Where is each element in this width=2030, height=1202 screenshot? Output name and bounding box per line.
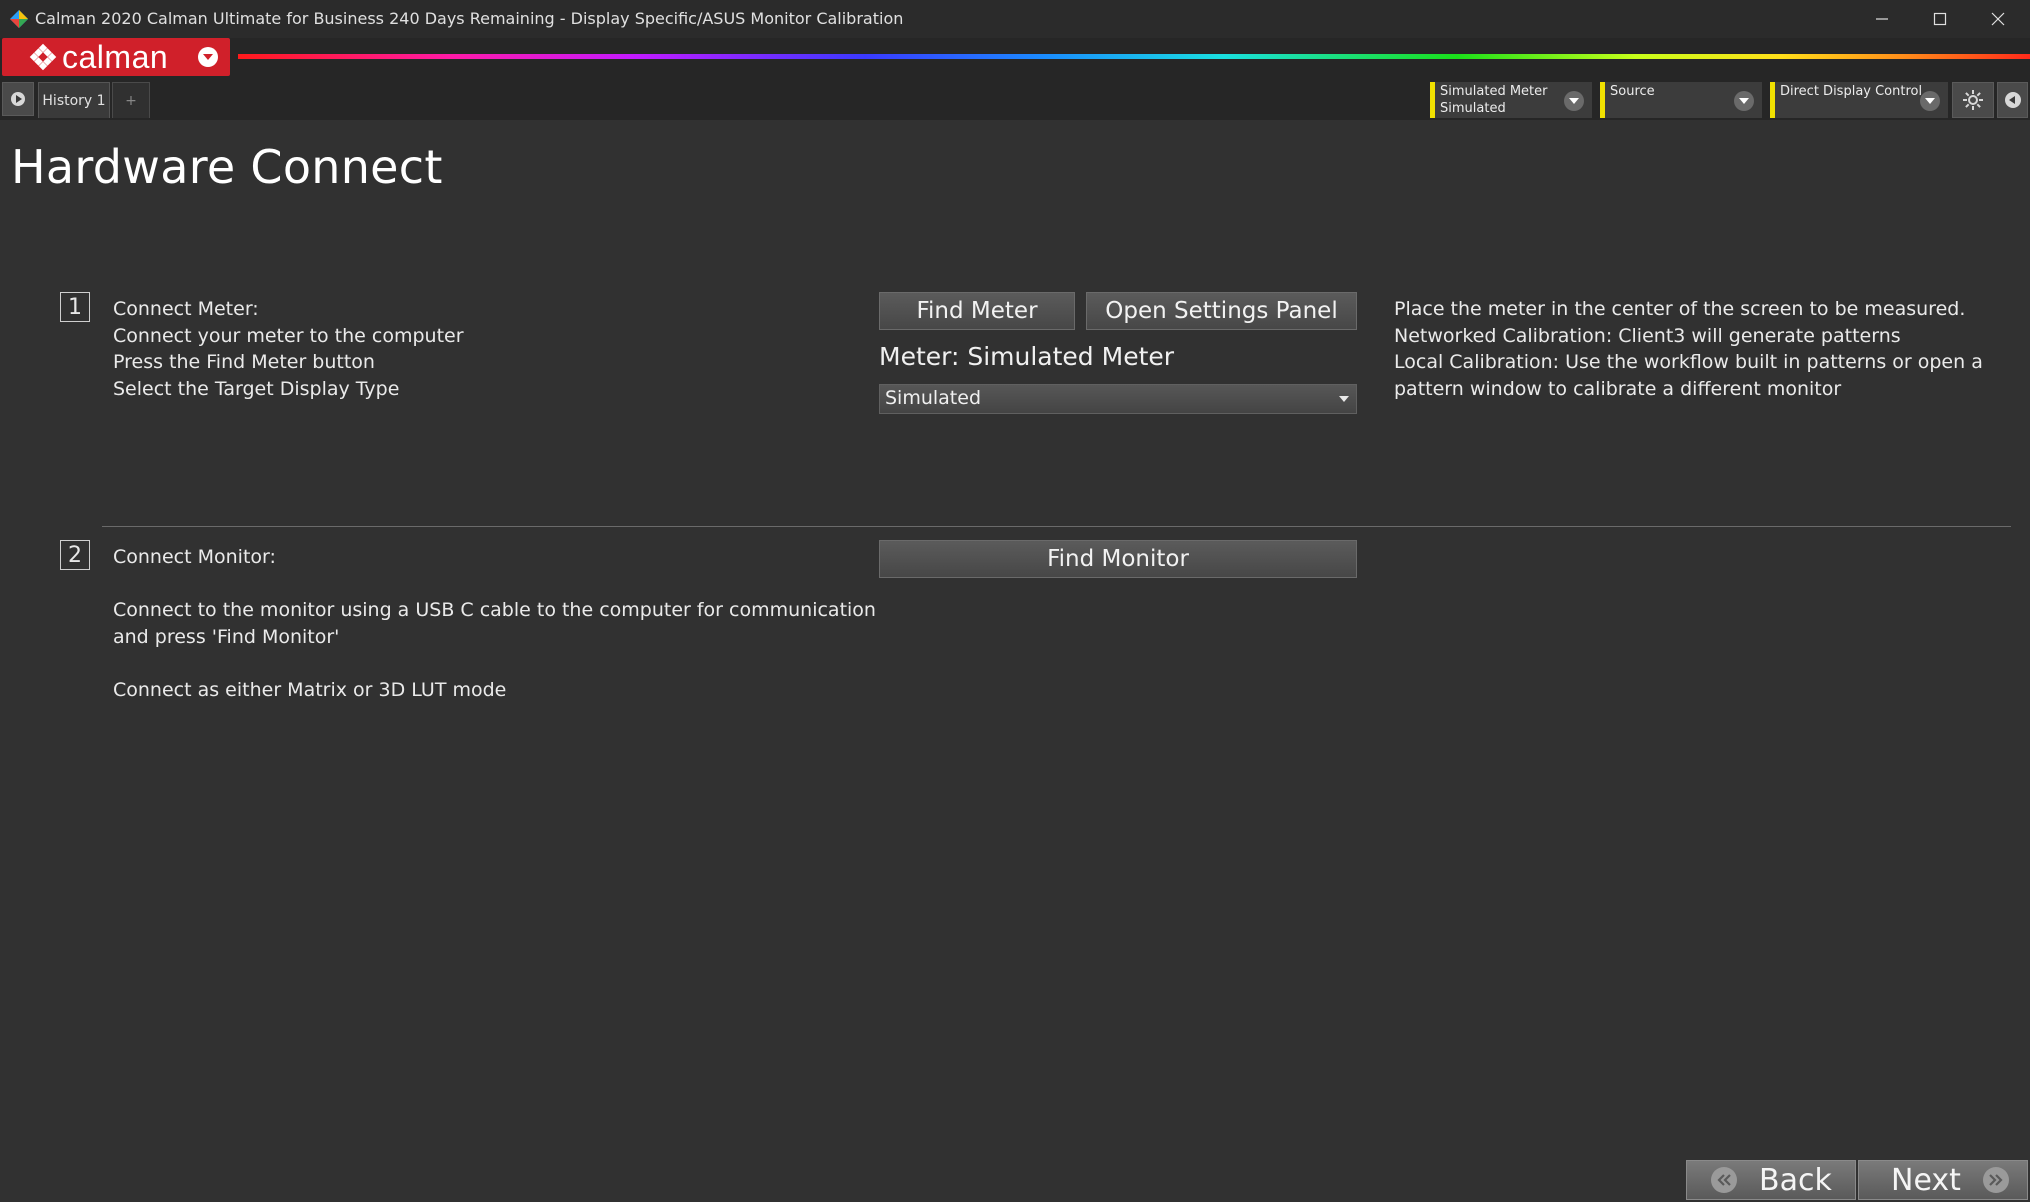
window-title: Calman 2020 Calman Ultimate for Business… xyxy=(35,9,904,28)
step-1-line: Connect your meter to the computer xyxy=(113,324,464,347)
device-meter-name: Simulated Meter xyxy=(1440,84,1548,99)
step-2-line: Connect as either Matrix or 3D LUT mode xyxy=(113,678,507,701)
step-2-instructions: Connect Monitor: Connect to the monitor … xyxy=(113,544,876,703)
step-1-line: Connect Meter: xyxy=(113,298,259,320)
find-monitor-button[interactable]: Find Monitor xyxy=(879,540,1357,578)
play-icon xyxy=(11,92,25,106)
device-meter-selector[interactable]: Simulated Meter Simulated xyxy=(1430,82,1592,118)
tab-history-1[interactable]: History 1 xyxy=(38,82,110,118)
dropdown-arrow-icon xyxy=(1339,396,1349,402)
minimize-button[interactable] xyxy=(1853,0,1911,38)
device-meter-mode: Simulated xyxy=(1440,101,1506,116)
tab-bar: History 1 + Simulated Meter Simulated So… xyxy=(0,80,2030,120)
settings-button[interactable] xyxy=(1952,82,1994,118)
rainbow-divider xyxy=(238,54,2030,59)
display-type-select[interactable]: Simulated xyxy=(879,384,1357,414)
step-2-line: Connect to the monitor using a USB C cab… xyxy=(113,599,876,621)
calman-logo-text: calman xyxy=(62,39,169,75)
collapse-panel-button[interactable] xyxy=(1997,82,2028,118)
double-chevron-right-icon xyxy=(1982,1167,2009,1193)
back-label: Back xyxy=(1759,1162,1832,1198)
calman-logo-icon xyxy=(29,43,57,71)
device-display-selector[interactable]: Direct Display Control xyxy=(1770,82,1948,118)
calman-app-icon xyxy=(10,10,28,28)
step-2-line xyxy=(113,650,876,677)
minimize-icon xyxy=(1876,18,1888,20)
calman-menu-button[interactable]: calman xyxy=(2,38,230,76)
section-divider xyxy=(102,526,2011,527)
expand-panel-button[interactable] xyxy=(2,82,34,116)
title-bar: Calman 2020 Calman Ultimate for Business… xyxy=(0,0,2030,39)
step-1-number: 1 xyxy=(60,292,90,322)
step-1-instructions: Connect Meter: Connect your meter to the… xyxy=(113,296,464,402)
next-label: Next xyxy=(1891,1162,1961,1198)
chevron-left-icon xyxy=(2004,92,2021,108)
device-source-selector[interactable]: Source xyxy=(1600,82,1762,118)
maximize-icon xyxy=(1933,12,1947,26)
add-tab-button[interactable]: + xyxy=(112,82,150,118)
find-meter-button[interactable]: Find Meter xyxy=(879,292,1075,330)
device-source-name: Source xyxy=(1610,84,1655,99)
chevron-down-icon xyxy=(1734,91,1754,111)
step-1-line: Press the Find Meter button xyxy=(113,351,375,373)
meter-info-text: Place the meter in the center of the scr… xyxy=(1394,296,1983,402)
maximize-button[interactable] xyxy=(1911,0,1969,38)
info-line: pattern window to calibrate a different … xyxy=(1394,377,1842,400)
double-chevron-left-icon xyxy=(1711,1167,1737,1193)
logo-bar: calman xyxy=(0,38,2030,80)
page-title: Hardware Connect xyxy=(11,140,443,194)
display-type-value: Simulated xyxy=(885,387,982,409)
device-display-name: Direct Display Control xyxy=(1780,84,1923,99)
step-2-line: and press 'Find Monitor' xyxy=(113,625,340,648)
open-settings-panel-button[interactable]: Open Settings Panel xyxy=(1086,292,1357,330)
meter-status-label: Meter: Simulated Meter xyxy=(879,342,1175,371)
step-2-line: Connect Monitor: xyxy=(113,546,276,568)
step-1-line: Select the Target Display Type xyxy=(113,377,400,400)
chevron-down-icon xyxy=(198,47,218,67)
chevron-down-icon xyxy=(1920,91,1940,111)
close-button[interactable] xyxy=(1969,0,2027,38)
chevron-down-icon xyxy=(1564,91,1584,111)
step-2-line xyxy=(113,571,876,598)
close-icon xyxy=(1991,12,2005,26)
next-button[interactable]: Next xyxy=(1858,1160,2028,1200)
gear-icon xyxy=(1963,90,1983,110)
info-line: Local Calibration: Use the workflow buil… xyxy=(1394,351,1983,373)
back-button[interactable]: Back xyxy=(1686,1160,1856,1200)
info-line: Networked Calibration: Client3 will gene… xyxy=(1394,324,1901,347)
info-line: Place the meter in the center of the scr… xyxy=(1394,298,1966,320)
step-2-number: 2 xyxy=(60,540,90,570)
